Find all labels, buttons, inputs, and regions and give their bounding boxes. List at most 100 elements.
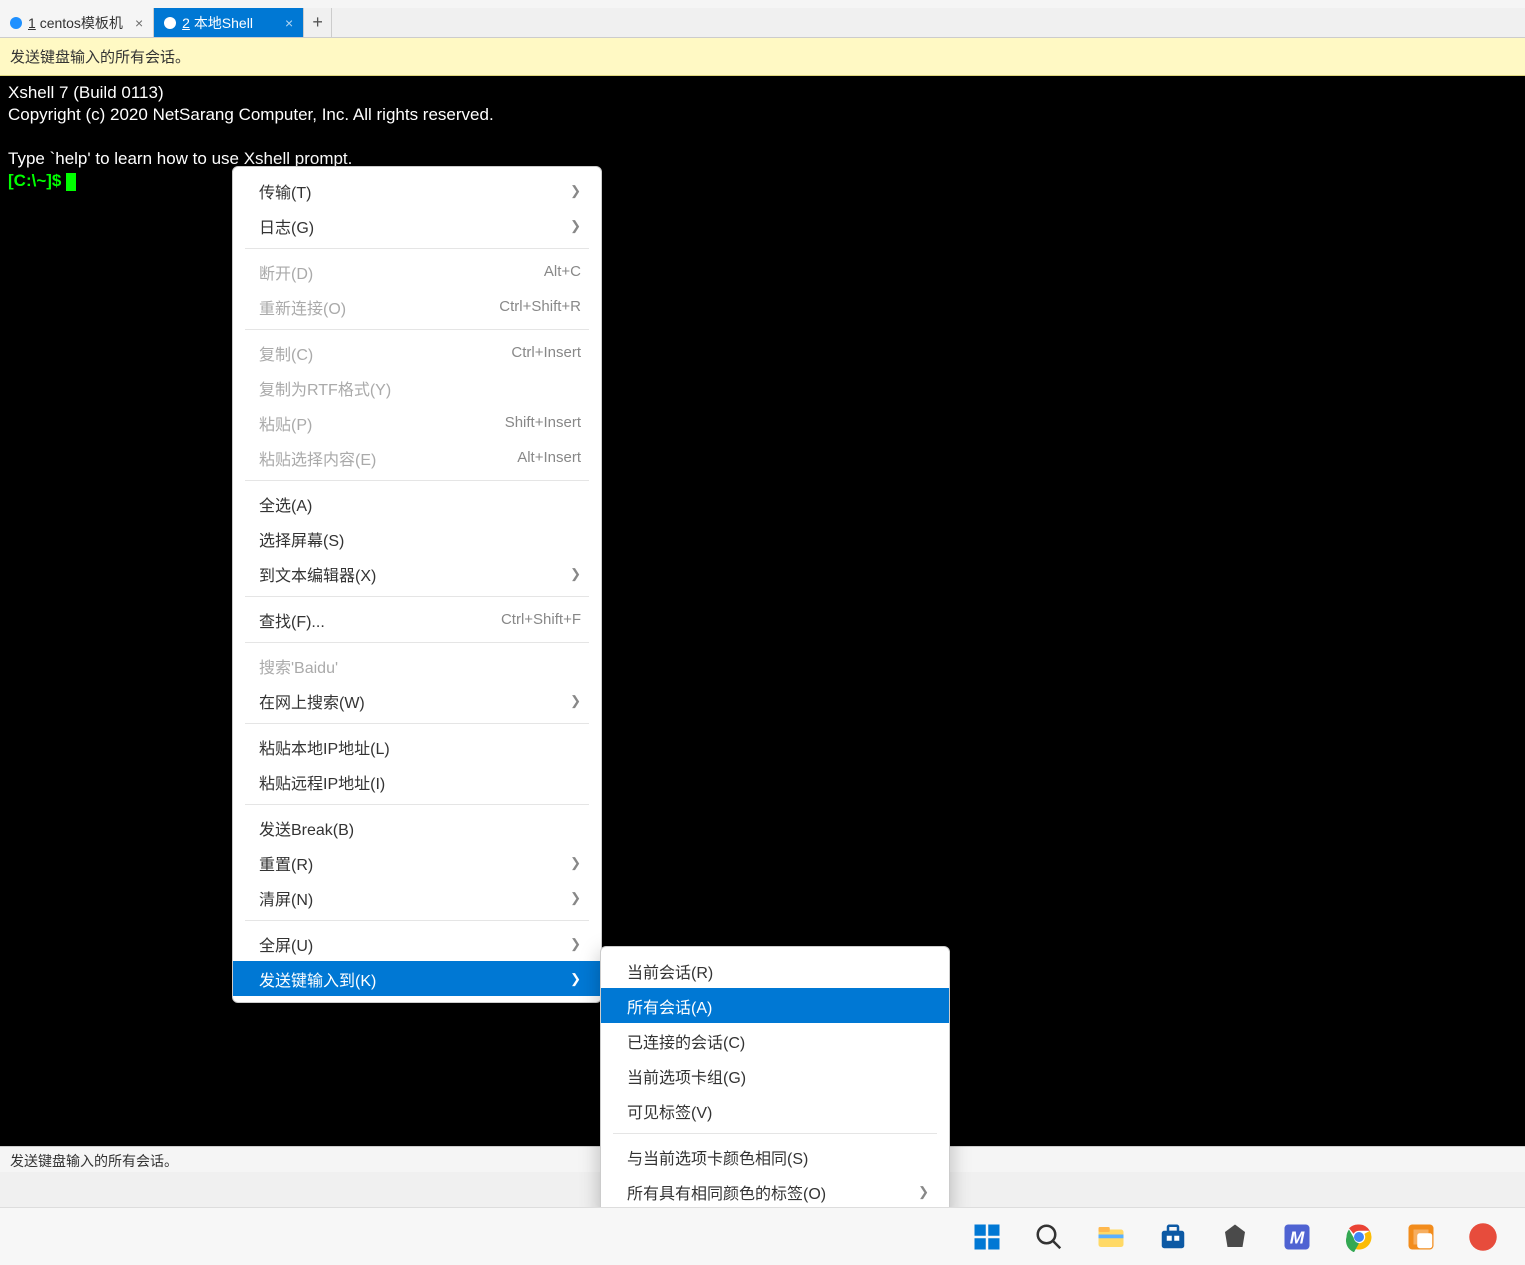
cursor-icon [66,173,76,191]
context-menu: 传输(T)❯日志(G)❯断开(D)Alt+C重新连接(O)Ctrl+Shift+… [232,166,602,1003]
menu-separator [245,596,589,597]
tab-num: 2 [182,15,194,31]
menu-separator [245,248,589,249]
tab-label: centos模板机 [40,13,123,33]
tab-label: 本地Shell [194,13,253,33]
menu-item: 粘贴选择内容(E)Alt+Insert [233,440,601,475]
menu-item-shortcut: Ctrl+Insert [511,344,581,361]
menu-item-shortcut: Alt+C [544,263,581,280]
menu-item[interactable]: 所有具有相同颜色的标签(O) ❯ [601,1174,949,1209]
chevron-right-icon: ❯ [570,183,581,199]
m-app-icon[interactable]: M [1275,1215,1319,1259]
menu-item: 复制为RTF格式(Y) [233,370,601,405]
menu-item[interactable]: 全选(A) [233,486,601,521]
menu-item-label: 粘贴(P) [259,411,505,435]
menu-item-label: 复制(C) [259,341,511,365]
app-icon[interactable] [1461,1215,1505,1259]
chevron-right-icon: ❯ [918,1184,929,1200]
terminal-line: Xshell 7 (Build 0113) [8,83,164,102]
context-submenu: 当前会话(R) 所有会话(A) 已连接的会话(C) 当前选项卡组(G) 可见标签(V) 与… [600,946,950,1216]
menu-item[interactable]: 重置(R) ❯ [233,845,601,880]
menu-item-label: 清屏(N) [259,886,560,910]
tab-num: 1 [28,15,40,31]
store-icon[interactable] [1151,1215,1195,1259]
menu-item-label: 可见标签(V) [627,1099,929,1123]
vm-icon[interactable] [1399,1215,1443,1259]
chevron-right-icon: ❯ [570,855,581,871]
menu-item-label: 与当前选项卡颜色相同(S) [627,1145,929,1169]
menu-item-label: 粘贴本地IP地址(L) [259,735,581,759]
menu-item-label: 发送Break(B) [259,816,581,840]
status-dot-icon [164,17,176,29]
explorer-icon[interactable] [1089,1215,1133,1259]
close-icon[interactable]: × [123,15,143,31]
terminal-prompt: [C:\~]$ [8,171,66,190]
terminal-line: Copyright (c) 2020 NetSarang Computer, I… [8,105,494,124]
menu-item-label: 当前会话(R) [627,959,929,983]
menu-item[interactable]: 粘贴本地IP地址(L) [233,729,601,764]
menu-separator [245,480,589,481]
menu-item-label: 到文本编辑器(X) [259,562,560,586]
menu-item[interactable]: 可见标签(V) [601,1093,949,1128]
menu-item-label: 发送键输入到(K) [259,967,560,991]
tab-centos[interactable]: 1 centos模板机 × [0,8,154,37]
menu-item-label: 所有具有相同颜色的标签(O) [627,1180,908,1204]
chevron-right-icon: ❯ [570,971,581,987]
menu-item-label: 日志(G) [259,214,560,238]
menu-item[interactable]: 选择屏幕(S) [233,521,601,556]
chrome-icon[interactable] [1337,1215,1381,1259]
menu-item-label: 粘贴选择内容(E) [259,446,517,470]
menu-separator [245,642,589,643]
menu-item[interactable]: 到文本编辑器(X) ❯ [233,556,601,591]
menu-item-label: 所有会话(A) [627,994,929,1018]
menu-separator [245,329,589,330]
menu-item[interactable]: 当前选项卡组(G) [601,1058,949,1093]
menu-item-label: 粘贴远程IP地址(I) [259,770,581,794]
obsidian-icon[interactable] [1213,1215,1257,1259]
chevron-right-icon: ❯ [570,566,581,582]
start-icon[interactable] [965,1215,1009,1259]
menu-item-label: 全选(A) [259,492,581,516]
menu-item-shortcut: Alt+Insert [517,449,581,466]
menu-item[interactable]: 发送Break(B) [233,810,601,845]
menu-item-label: 重新连接(O) [259,295,499,319]
chevron-right-icon: ❯ [570,936,581,952]
menu-item: 粘贴(P)Shift+Insert [233,405,601,440]
chevron-right-icon: ❯ [570,218,581,234]
menu-item-label: 复制为RTF格式(Y) [259,376,581,400]
menu-item[interactable]: 已连接的会话(C) [601,1023,949,1058]
menu-item[interactable]: 发送键输入到(K) ❯ [233,961,601,996]
menu-item-label: 选择屏幕(S) [259,527,581,551]
new-tab-button[interactable]: + [304,8,332,37]
menu-item-shortcut: Ctrl+Shift+F [501,611,581,628]
menu-item: 重新连接(O)Ctrl+Shift+R [233,289,601,324]
menu-item[interactable]: 清屏(N)❯ [233,880,601,915]
chevron-right-icon: ❯ [570,693,581,709]
menu-item-label: 传输(T) [259,179,560,203]
tab-local-shell[interactable]: 2 本地Shell × [154,8,304,37]
menu-item[interactable]: 全屏(U)❯ [233,926,601,961]
info-bar: 发送键盘输入的所有会话。 [0,38,1525,76]
menu-item[interactable]: 查找(F)...Ctrl+Shift+F [233,602,601,637]
menu-item: 搜索'Baidu' [233,648,601,683]
svg-text:M: M [1290,1227,1305,1247]
menu-item[interactable]: 当前会话(R) [601,953,949,988]
status-dot-icon [10,17,22,29]
search-icon[interactable] [1027,1215,1071,1259]
menu-separator [245,920,589,921]
menu-separator [245,804,589,805]
menu-item-shortcut: Ctrl+Shift+R [499,298,581,315]
menu-item[interactable]: 粘贴远程IP地址(I) [233,764,601,799]
menu-item[interactable]: 与当前选项卡颜色相同(S) [601,1139,949,1174]
menu-item-label: 搜索'Baidu' [259,654,581,678]
menu-item-label: 查找(F)... [259,608,501,632]
menu-item-label: 断开(D) [259,260,544,284]
menu-item-label: 重置(R) [259,851,560,875]
menu-item[interactable]: 在网上搜索(W)❯ [233,683,601,718]
menu-item[interactable]: 日志(G) ❯ [233,208,601,243]
menu-item[interactable]: 传输(T) ❯ [233,173,601,208]
close-icon[interactable]: × [273,15,293,31]
menu-item-label: 当前选项卡组(G) [627,1064,929,1088]
menu-item[interactable]: 所有会话(A) [601,988,949,1023]
taskbar: M [0,1207,1525,1265]
